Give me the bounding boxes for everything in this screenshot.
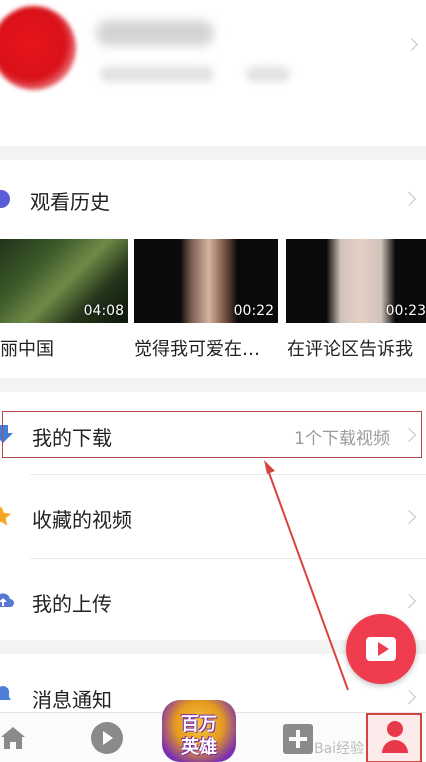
favorites-label: 收藏的视频 (32, 508, 132, 532)
favorites-row[interactable]: 收藏的视频 (0, 474, 426, 558)
video-duration: 00:23 (385, 303, 426, 319)
chevron-right-icon (401, 689, 417, 705)
divider (30, 474, 426, 475)
plus-icon (283, 724, 313, 754)
history-video-thumbnail[interactable]: 00:22 (134, 239, 278, 323)
annotation-highlight-box (2, 411, 422, 458)
home-icon (1, 727, 25, 749)
history-video-thumbnail[interactable]: 04:08 (0, 239, 128, 323)
history-video-title[interactable]: 丽中国 (0, 335, 124, 361)
watch-history-section: 观看历史 04:08 丽中国 00:22 觉得我可爱在… 00:23 在评论区告… (0, 160, 426, 378)
promo-line2: 英雄 (181, 737, 217, 758)
cloud-upload-icon (0, 593, 14, 607)
history-title[interactable]: 观看历史 (30, 186, 110, 215)
record-video-button[interactable] (346, 614, 416, 684)
chevron-right-icon (405, 38, 418, 51)
tab-play[interactable] (88, 713, 128, 762)
baidu-watermark: Bai经验 (314, 741, 365, 757)
play-triangle-icon (378, 642, 389, 656)
history-video-thumbnail[interactable]: 00:23 (286, 239, 426, 323)
avatar[interactable] (0, 6, 76, 90)
chevron-right-icon (401, 509, 417, 525)
uploads-label: 我的上传 (32, 592, 112, 616)
history-video-title[interactable]: 在评论区告诉我 (287, 335, 426, 361)
notifications-label: 消息通知 (32, 688, 112, 712)
history-video-list: 04:08 丽中国 00:22 觉得我可爱在… 00:23 在评论区告诉我 (0, 239, 426, 369)
bell-icon (0, 686, 11, 700)
star-icon (0, 506, 11, 526)
blurred-user-info (100, 66, 214, 82)
tab-home[interactable] (0, 713, 40, 762)
history-video-title[interactable]: 觉得我可爱在… (134, 335, 278, 361)
million-heroes-promo[interactable]: 百万 英雄 (162, 700, 236, 762)
tab-profile[interactable] (366, 713, 422, 762)
blurred-user-stat (246, 66, 290, 82)
chevron-right-icon[interactable] (401, 191, 417, 207)
video-duration: 04:08 (83, 303, 124, 319)
blurred-username (96, 20, 214, 46)
user-icon (382, 721, 408, 753)
divider (30, 558, 426, 559)
play-icon (91, 722, 123, 754)
chevron-right-icon (401, 593, 417, 609)
profile-header[interactable] (0, 0, 426, 146)
video-duration: 00:22 (233, 303, 274, 319)
history-icon (0, 190, 10, 208)
